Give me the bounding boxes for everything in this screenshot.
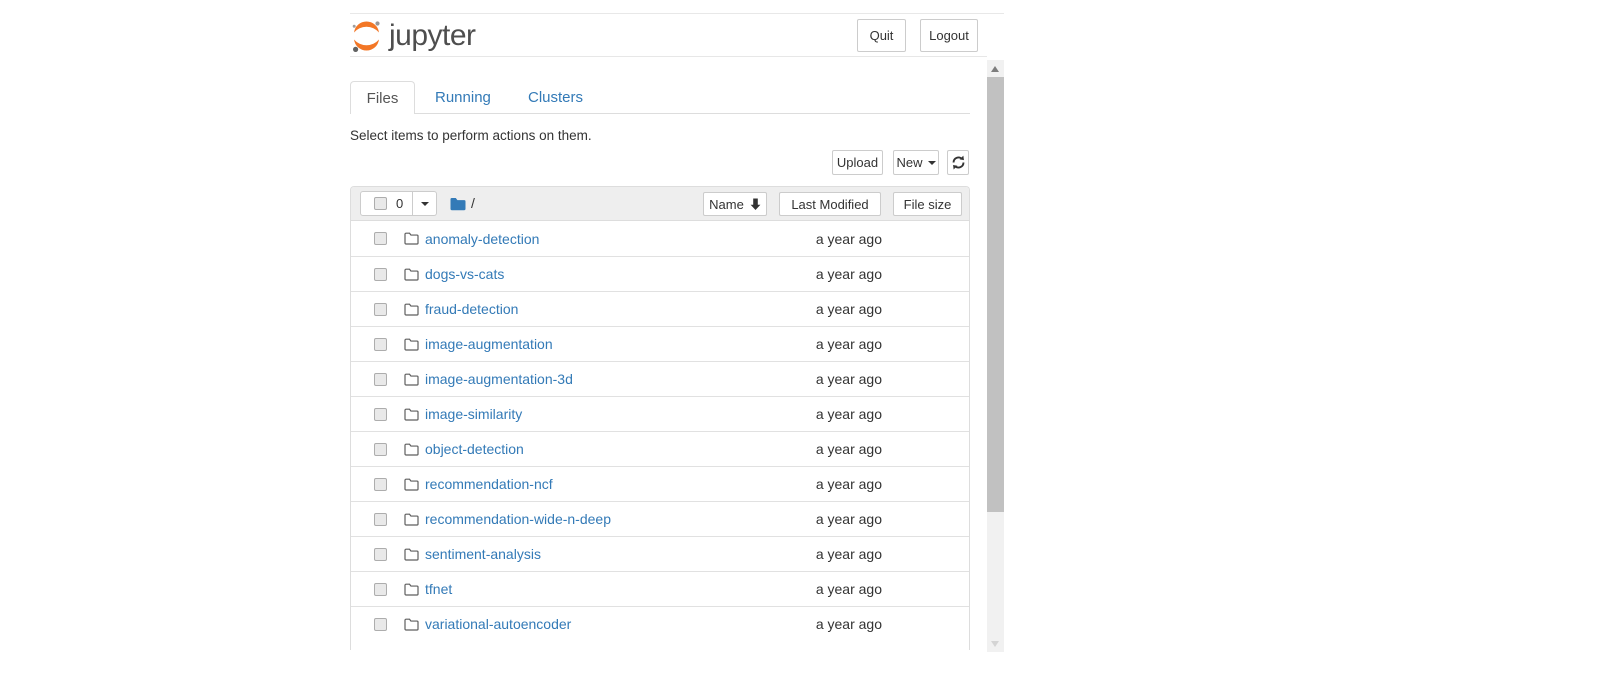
- tab-running[interactable]: Running: [435, 89, 491, 106]
- folder-outline-icon: [404, 513, 419, 526]
- file-modified: a year ago: [762, 511, 882, 527]
- file-modified: a year ago: [762, 441, 882, 457]
- select-items-message: Select items to perform actions on them.: [350, 128, 592, 143]
- file-link[interactable]: anomaly-detection: [425, 231, 539, 247]
- refresh-button[interactable]: [947, 150, 969, 175]
- select-all-control[interactable]: 0: [360, 191, 413, 216]
- file-link[interactable]: dogs-vs-cats: [425, 266, 504, 282]
- sort-by-name-button[interactable]: Name: [703, 192, 767, 216]
- folder-outline-icon: [404, 303, 419, 316]
- row-checkbox[interactable]: [374, 443, 387, 456]
- file-modified: a year ago: [762, 231, 882, 247]
- file-modified: a year ago: [762, 301, 882, 317]
- quit-button[interactable]: Quit: [857, 19, 906, 52]
- chevron-down-icon: [421, 202, 429, 206]
- file-modified: a year ago: [762, 336, 882, 352]
- breadcrumb[interactable]: /: [471, 195, 475, 211]
- folder-icon: [450, 197, 466, 216]
- row-checkbox[interactable]: [374, 583, 387, 596]
- file-link[interactable]: recommendation-ncf: [425, 476, 553, 492]
- jupyter-logo-text: jupyter: [389, 17, 476, 55]
- tab-clusters[interactable]: Clusters: [528, 89, 583, 106]
- scroll-up-arrow-icon[interactable]: [991, 66, 999, 72]
- row-checkbox[interactable]: [374, 303, 387, 316]
- folder-outline-icon: [404, 268, 419, 281]
- file-modified: a year ago: [762, 371, 882, 387]
- scroll-down-arrow-icon[interactable]: [991, 641, 999, 647]
- new-dropdown-button[interactable]: New: [893, 150, 939, 175]
- file-link[interactable]: object-detection: [425, 441, 524, 457]
- file-row: image-augmentation-3d a year ago: [351, 361, 969, 396]
- folder-outline-icon: [404, 548, 419, 561]
- row-checkbox[interactable]: [374, 373, 387, 386]
- row-checkbox[interactable]: [374, 338, 387, 351]
- file-link[interactable]: variational-autoencoder: [425, 616, 571, 632]
- row-checkbox[interactable]: [374, 618, 387, 631]
- file-modified: a year ago: [762, 581, 882, 597]
- scrollbar-thumb[interactable]: [987, 77, 1004, 512]
- folder-outline-icon: [404, 408, 419, 421]
- select-filter-dropdown[interactable]: [413, 191, 437, 216]
- chevron-down-icon: [928, 161, 936, 165]
- folder-outline-icon: [404, 373, 419, 386]
- logout-button[interactable]: Logout: [920, 19, 978, 52]
- row-checkbox[interactable]: [374, 408, 387, 421]
- file-row: image-augmentation a year ago: [351, 326, 969, 361]
- new-button-label: New: [896, 155, 922, 170]
- file-list-panel: 0 / Name Last Modified File size: [350, 186, 970, 650]
- page-top-divider: [350, 13, 1004, 14]
- file-link[interactable]: image-similarity: [425, 406, 522, 422]
- file-row: fraud-detection a year ago: [351, 291, 969, 326]
- file-modified: a year ago: [762, 616, 882, 632]
- file-list-header: 0 / Name Last Modified File size: [351, 187, 969, 221]
- folder-outline-icon: [404, 232, 419, 245]
- file-link[interactable]: image-augmentation-3d: [425, 371, 573, 387]
- folder-outline-icon: [404, 443, 419, 456]
- select-all-button-group: 0: [360, 191, 437, 216]
- file-list: anomaly-detection a year ago dogs-vs-cat…: [351, 221, 969, 641]
- file-modified: a year ago: [762, 476, 882, 492]
- scrollbar[interactable]: [987, 60, 1004, 652]
- tab-bar-divider: [350, 113, 970, 114]
- refresh-icon: [951, 155, 966, 170]
- file-row: image-similarity a year ago: [351, 396, 969, 431]
- folder-outline-icon: [404, 338, 419, 351]
- select-all-checkbox[interactable]: [374, 197, 387, 210]
- upload-button[interactable]: Upload: [832, 150, 883, 175]
- file-row: tfnet a year ago: [351, 571, 969, 606]
- header-divider: [350, 56, 987, 57]
- file-link[interactable]: fraud-detection: [425, 301, 518, 317]
- folder-outline-icon: [404, 478, 419, 491]
- selected-count: 0: [396, 196, 403, 211]
- sort-by-file-size-button[interactable]: File size: [893, 192, 962, 216]
- file-row: object-detection a year ago: [351, 431, 969, 466]
- file-modified: a year ago: [762, 406, 882, 422]
- row-checkbox[interactable]: [374, 548, 387, 561]
- jupyter-logo-icon: [351, 19, 382, 53]
- arrow-down-icon: [750, 198, 761, 210]
- jupyter-logo[interactable]: jupyter: [351, 17, 476, 55]
- row-checkbox[interactable]: [374, 268, 387, 281]
- file-link[interactable]: recommendation-wide-n-deep: [425, 511, 611, 527]
- file-link[interactable]: tfnet: [425, 581, 452, 597]
- file-row: recommendation-wide-n-deep a year ago: [351, 501, 969, 536]
- row-checkbox[interactable]: [374, 232, 387, 245]
- row-checkbox[interactable]: [374, 513, 387, 526]
- file-link[interactable]: image-augmentation: [425, 336, 553, 352]
- row-checkbox[interactable]: [374, 478, 387, 491]
- sort-by-last-modified-button[interactable]: Last Modified: [779, 192, 881, 216]
- file-row: anomaly-detection a year ago: [351, 221, 969, 256]
- file-row: sentiment-analysis a year ago: [351, 536, 969, 571]
- folder-outline-icon: [404, 583, 419, 596]
- file-link[interactable]: sentiment-analysis: [425, 546, 541, 562]
- file-modified: a year ago: [762, 266, 882, 282]
- file-row: dogs-vs-cats a year ago: [351, 256, 969, 291]
- sort-name-label: Name: [709, 197, 744, 212]
- file-row: variational-autoencoder a year ago: [351, 606, 969, 641]
- tab-files[interactable]: Files: [350, 81, 415, 114]
- file-modified: a year ago: [762, 546, 882, 562]
- file-row: recommendation-ncf a year ago: [351, 466, 969, 501]
- folder-outline-icon: [404, 618, 419, 631]
